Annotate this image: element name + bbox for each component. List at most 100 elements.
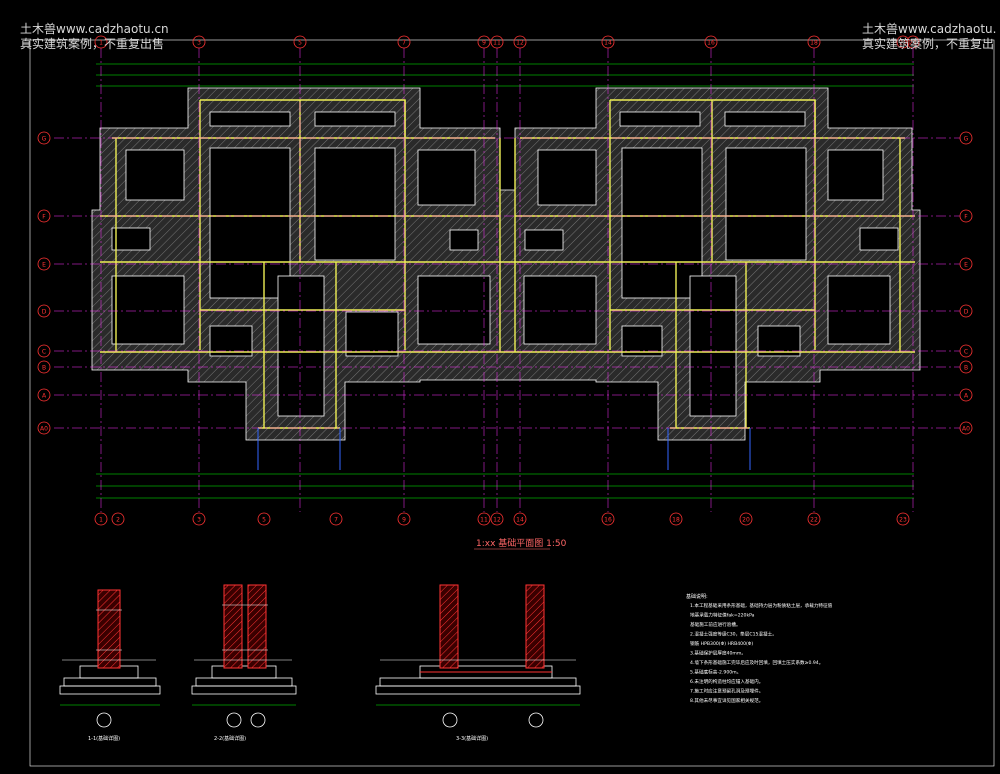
axis-bottom-label: 22 [810,517,818,524]
axis-right-bubble: A0 [959,421,973,435]
section-2-2-label: 2-2(基础详图) [214,735,246,742]
watermark-right-line1: 土木兽www.cadzhaotu. [862,22,997,36]
axis-left: G F E D C B A A0 [37,131,51,435]
note-line: 5.基础底标高-2.900m。 [690,669,741,676]
axis-right-bubble: C [959,344,973,358]
axis-bottom-bubble: 9 [397,512,411,526]
axis-left-bubble: F [37,209,51,223]
axis-top-label: 14 [604,40,612,47]
axis-bottom-bubble: 2 [111,512,125,526]
note-line: 6.未注明的构造柱均应锚入基础内。 [690,678,763,685]
axis-bottom-label: 1 [99,517,103,524]
foundation-notes: 基础说明: 1.本工程基础采用条形基础，基础持力层为粉质粘土层，承载力特征值 地… [686,593,833,704]
axis-right-label: F [964,214,968,221]
axis-bottom-bubble: 18 [669,512,683,526]
axis-right-label: B [964,365,968,372]
axis-left-bubble: G [37,131,51,145]
note-line: 7.施工时应注意预留孔洞及预埋件。 [690,688,763,695]
axis-bottom-bubble: 22 [807,512,821,526]
axis-bottom-bubble: 11 [477,512,491,526]
axis-bottom-label: 16 [604,517,612,524]
axis-left-label: C [42,349,46,356]
axis-top-label: 9 [482,40,486,47]
axis-top-bubble: 9 [477,35,491,49]
axis-top-label: 16 [707,40,715,47]
axis-right-label: C [964,349,968,356]
axis-left-label: E [42,262,46,269]
note-line: 基础施工前应进行验槽。 [690,621,741,628]
axis-left-bubble: E [37,257,51,271]
watermark-left-line2: 真实建筑案例，不重复出售 [20,37,165,51]
axis-bottom-bubble: 7 [329,512,343,526]
axis-bottom-label: 9 [402,517,406,524]
axis-top-label: 5 [298,40,302,47]
axis-bottom-bubble: 16 [601,512,615,526]
axis-bottom-label: 3 [197,517,201,524]
watermark-right: 土木兽www.cadzhaotu. 真实建筑案例，不重复出 [862,22,996,52]
axis-bottom-label: 18 [672,517,680,524]
axis-top-bubble: 12 [513,35,527,49]
axis-bottom-label: 2 [116,517,120,524]
note-line: 3.基础保护层厚度40mm。 [690,650,746,657]
axis-right-bubble: D [959,304,973,318]
plan-title: 1:xx 基础平面图 1:50 [476,537,567,549]
axis-right: G F E D C B A A0 [959,131,973,435]
axis-top-label: 12 [516,40,524,47]
axis-left-label: A [42,393,47,400]
axis-bottom-bubble: 1 [94,512,108,526]
note-line: 8.其他未尽事宜详见国家相关规范。 [690,697,763,704]
axis-bottom-bubble: 5 [257,512,271,526]
axis-left-bubble: D [37,304,51,318]
axis-left-label: B [42,365,46,372]
axis-bottom-label: 23 [899,517,907,524]
axis-right-bubble: E [959,257,973,271]
axis-top-bubble: 11 [490,35,504,49]
axis-top: 1 3 5 7 9 11 12 14 16 18 20 22 [94,35,920,49]
notes-title: 基础说明: [686,593,708,600]
axis-bottom-label: 5 [262,517,266,524]
axis-right-label: E [964,262,968,269]
axis-right-label: A0 [962,426,970,433]
axis-bottom-bubble: 14 [513,512,527,526]
note-line: 钢筋 HPB300(Φ) HRB400(Φ) [690,640,753,647]
axis-top-label: 7 [402,40,406,47]
bottom-dimension-lines [96,473,914,499]
watermark-left: 土木兽www.cadzhaotu.cn 真实建筑案例，不重复出售 [20,22,169,52]
axis-top-bubble: 18 [807,35,821,49]
section-1-1-label: 1-1(基础详图) [88,735,120,742]
axis-bottom-bubble: 20 [739,512,753,526]
axis-bottom-label: 7 [334,517,338,524]
section-3-3-label: 3-3(基础详图) [456,735,488,742]
axis-bottom-bubble: 23 [896,512,910,526]
foundation-drawing: 1 3 5 7 9 11 12 14 16 18 20 22 1 2 3 5 7 9 11 12 14 16 18 20 22… [29,35,995,767]
axis-right-bubble: G [959,131,973,145]
axis-bottom-bubble: 12 [490,512,504,526]
axis-top-bubble: 5 [293,35,307,49]
axis-left-bubble: A0 [37,421,51,435]
section-3-3: 3-3(基础详图) [375,584,581,742]
axis-left-bubble: A [37,388,51,402]
axis-top-bubble: 3 [192,35,206,49]
axis-bottom-label: 12 [493,517,501,524]
axis-right-label: G [964,136,969,143]
axis-bottom: 1 2 3 5 7 9 11 12 14 16 18 20 22 23 [94,512,910,526]
top-dimension-lines [96,63,914,87]
axis-bottom-label: 11 [480,517,488,524]
axis-left-bubble: C [37,344,51,358]
axis-top-bubble: 7 [397,35,411,49]
note-line: 4.墙下条形基础施工完毕后应及时回填，回填土压实系数≥0.94。 [690,659,823,666]
axis-right-bubble: B [959,360,973,374]
axis-bottom-bubble: 3 [192,512,206,526]
section-2-2: 2-2(基础详图) [191,584,297,742]
watermark-left-line1: 土木兽www.cadzhaotu.cn [20,22,169,36]
axis-bottom-label: 14 [516,517,524,524]
axis-top-bubble: 14 [601,35,615,49]
axis-left-label: G [42,136,47,143]
watermark-right-line2: 真实建筑案例，不重复出 [862,37,995,51]
axis-right-label: A [964,393,969,400]
axis-top-label: 18 [810,40,818,47]
note-line: 2.混凝土强度等级C30，垫层C15混凝土。 [690,631,777,638]
axis-top-label: 3 [197,40,201,47]
axis-bottom-label: 20 [742,517,750,524]
axis-left-bubble: B [37,360,51,374]
